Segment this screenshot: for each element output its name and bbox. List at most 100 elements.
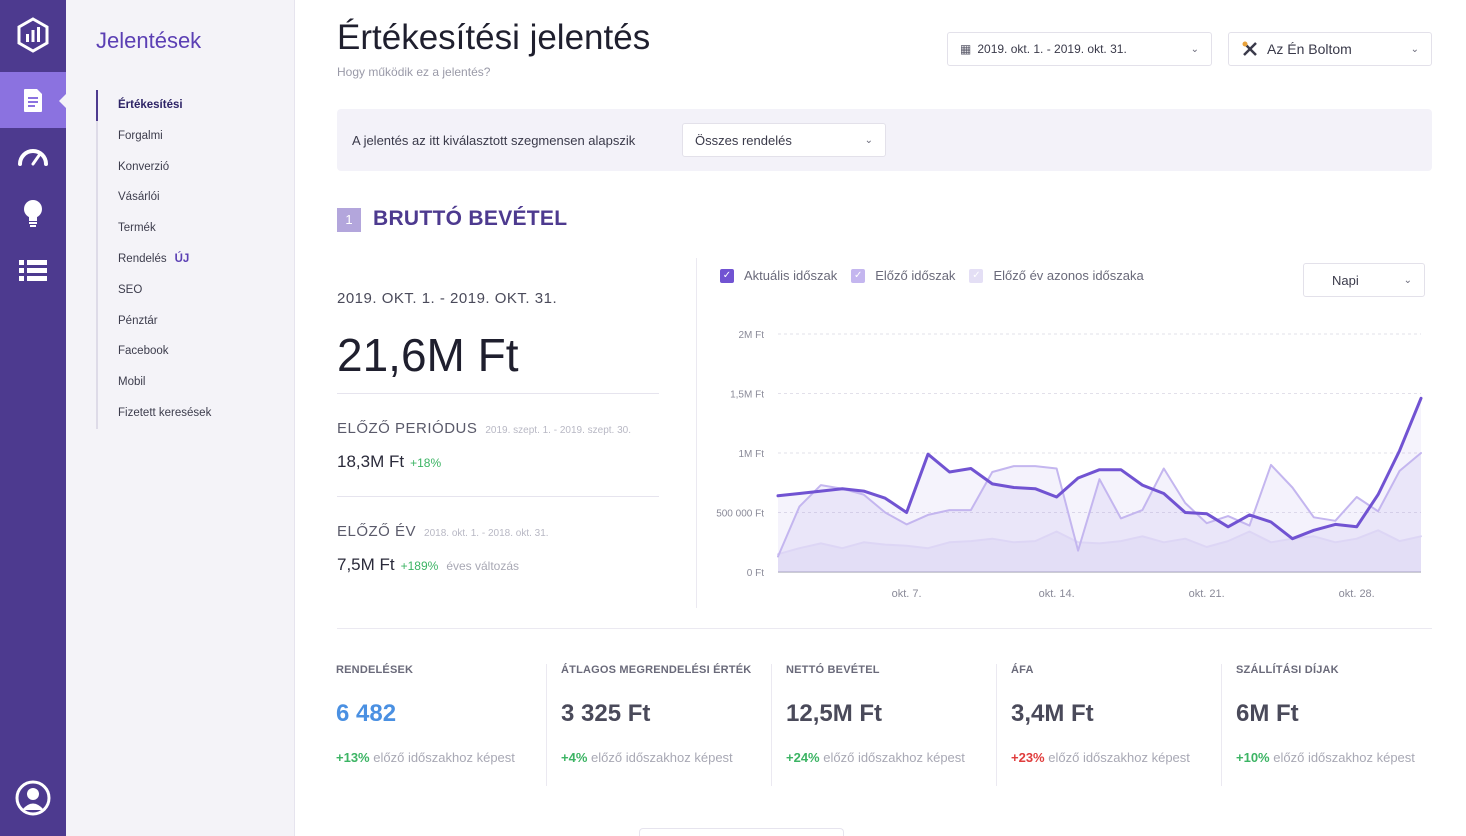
help-link[interactable]: Hogy működik ez a jelentés?	[337, 65, 490, 79]
prev-period-range: 2019. szept. 1. - 2019. szept. 30.	[485, 425, 632, 436]
x-tick-label: okt. 14.	[1039, 588, 1075, 600]
kpi-label: ÁTLAGOS MEGRENDELÉSI ÉRTÉK	[561, 664, 752, 676]
rail-profile[interactable]	[0, 770, 66, 826]
app-logo[interactable]	[0, 0, 66, 70]
chart-legend: ✓ Aktuális időszak ✓ Előző időszak ✓ Elő…	[720, 268, 1158, 283]
segment-value: Összes rendelés	[695, 132, 792, 148]
kpi-value: 6M Ft	[1236, 700, 1299, 727]
sidebar-item-label: SEO	[118, 283, 143, 296]
legend-current-label: Aktuális időszak	[744, 268, 838, 283]
bottom-panel-edge	[639, 828, 844, 836]
sidebar-item-label: Konverzió	[118, 160, 170, 173]
legend-prev-year-toggle[interactable]: ✓ Előző év azonos időszaka	[969, 268, 1144, 283]
segment-select[interactable]: Összes rendelés ⌄	[682, 123, 886, 157]
prev-year-range: 2018. okt. 1. - 2018. okt. 31.	[424, 528, 549, 539]
divider	[337, 628, 1432, 629]
prev-year-change: +189%	[400, 559, 439, 573]
kpi-label: RENDELÉSEK	[336, 664, 414, 676]
lightbulb-icon	[24, 200, 42, 227]
section-title: BRUTTÓ BEVÉTEL	[373, 207, 568, 230]
x-tick-label: okt. 21.	[1189, 588, 1225, 600]
sidebar-item-facebook[interactable]: Facebook	[98, 336, 286, 367]
kpi-change-text: előző időszakhoz képest	[373, 750, 515, 765]
kpi-change: +4% előző időszakhoz képest	[561, 750, 786, 765]
kpi-change-text: előző időszakhoz képest	[1048, 750, 1190, 765]
page-title: Értékesítési jelentés	[337, 18, 651, 57]
sidebar-item-label: Facebook	[118, 345, 169, 358]
reports-sidebar: Jelentések Értékesítési Forgalmi Konverz…	[66, 0, 295, 836]
kpi-separator	[996, 664, 997, 786]
main-content: Értékesítési jelentés Hogy működik ez a …	[296, 0, 1466, 836]
divider	[337, 496, 659, 497]
sidebar-item-customer[interactable]: Vásárlói	[98, 182, 286, 213]
sidebar-item-checkout[interactable]: Pénztár	[98, 306, 286, 337]
checkbox-checked-icon: ✓	[851, 268, 866, 283]
kpi-change-text: előző időszakhoz képest	[823, 750, 965, 765]
sidebar-item-traffic[interactable]: Forgalmi	[98, 121, 286, 152]
sidebar-title: Jelentések	[96, 28, 202, 53]
calendar-icon: ▦	[960, 42, 972, 56]
kpi-shipping-fees: SZÁLLÍTÁSI DÍJAK 6M Ft +10% előző idősza…	[1236, 664, 1461, 786]
kpi-change-text: előző időszakhoz képest	[591, 750, 733, 765]
kpi-change: +24% előző időszakhoz képest	[786, 750, 1011, 765]
prev-period-label: ELŐZŐ PERIÓDUS	[337, 420, 478, 437]
sidebar-item-paid-search[interactable]: Fizetett keresések	[98, 398, 286, 429]
kpi-change: +23% előző időszakhoz képest	[1011, 750, 1236, 765]
granularity-select[interactable]: Napi ⌄	[1303, 263, 1425, 297]
kpi-orders: RENDELÉSEK 6 482 +13% előző időszakhoz k…	[336, 664, 561, 786]
sidebar-item-seo[interactable]: SEO	[98, 275, 286, 306]
app: Jelentések Értékesítési Forgalmi Konverz…	[0, 0, 1466, 836]
checkbox-checked-icon: ✓	[969, 268, 984, 283]
prev-period-row: 18,3M Ft +18%	[337, 452, 441, 472]
sidebar-item-label: Rendelés	[118, 252, 167, 265]
rail-dashboard[interactable]	[0, 128, 66, 184]
x-tick-label: okt. 7.	[892, 588, 922, 600]
kpi-change-percent: +23%	[1011, 750, 1045, 765]
shop-select[interactable]: Az Én Boltom ⌄	[1228, 32, 1432, 66]
gross-revenue-value: 21,6M Ft	[337, 329, 519, 381]
kpi-value: 6 482	[336, 700, 397, 727]
prev-year-note: éves változás	[446, 559, 520, 573]
checkbox-checked-icon: ✓	[720, 268, 734, 283]
speedometer-icon	[18, 149, 48, 166]
new-badge: ÚJ	[174, 252, 190, 265]
logo-icon	[17, 17, 49, 53]
segment-label: A jelentés az itt kiválasztott szegmense…	[352, 133, 636, 148]
kpi-separator	[546, 664, 547, 786]
sidebar-item-product[interactable]: Termék	[98, 213, 286, 244]
revenue-line-chart: 0 Ft 500 000 Ft 1M Ft 1,5M Ft 2M Ft okt. 7. ok…	[716, 330, 1423, 600]
sidebar-item-conversion[interactable]: Konverzió	[98, 152, 286, 183]
prev-year-row: 7,5M Ft +189% éves változás	[337, 555, 519, 575]
y-tick-label: 2M Ft	[738, 330, 764, 341]
x-tick-label: okt. 28.	[1339, 588, 1375, 600]
series-current-area	[778, 398, 1421, 572]
legend-prev-year-label: Előző év azonos időszaka	[993, 268, 1144, 283]
kpi-change-percent: +4%	[561, 750, 588, 765]
legend-previous-toggle[interactable]: ✓ Előző időszak	[851, 268, 955, 283]
kpi-separator	[1221, 664, 1222, 786]
sidebar-item-sales[interactable]: Értékesítési	[96, 90, 286, 121]
icon-rail	[0, 0, 67, 836]
rail-reports[interactable]	[0, 72, 67, 128]
sidebar-item-order[interactable]: Rendelés ÚJ	[98, 244, 286, 275]
sidebar-item-label: Forgalmi	[118, 129, 163, 142]
legend-previous-label: Előző időszak	[875, 268, 956, 283]
sidebar-item-mobile[interactable]: Mobil	[98, 367, 286, 398]
chevron-down-icon: ⌄	[1403, 274, 1412, 286]
reports-nav: Értékesítési Forgalmi Konverzió Vásárlói…	[96, 90, 286, 429]
chevron-down-icon: ⌄	[1190, 43, 1199, 55]
prev-period-heading: ELŐZŐ PERIÓDUS 2019. szept. 1. - 2019. sz…	[337, 420, 631, 437]
legend-current-toggle[interactable]: ✓ Aktuális időszak	[720, 268, 837, 283]
kpi-change-percent: +10%	[1236, 750, 1270, 765]
shop-value: Az Én Boltom	[1267, 41, 1352, 57]
kpi-label: NETTÓ BEVÉTEL	[786, 664, 880, 676]
rail-insights[interactable]	[0, 186, 66, 242]
kpi-change-percent: +13%	[336, 750, 370, 765]
kpi-label: ÁFA	[1011, 664, 1034, 676]
date-range-select[interactable]: ▦ 2019. okt. 1. - 2019. okt. 31. ⌄	[947, 32, 1212, 66]
rail-list[interactable]	[0, 242, 66, 298]
document-icon	[24, 89, 42, 112]
kpi-change: +13% előző időszakhoz képest	[336, 750, 561, 765]
sidebar-item-label: Értékesítési	[118, 99, 183, 111]
prev-year-value: 7,5M Ft	[337, 555, 395, 574]
